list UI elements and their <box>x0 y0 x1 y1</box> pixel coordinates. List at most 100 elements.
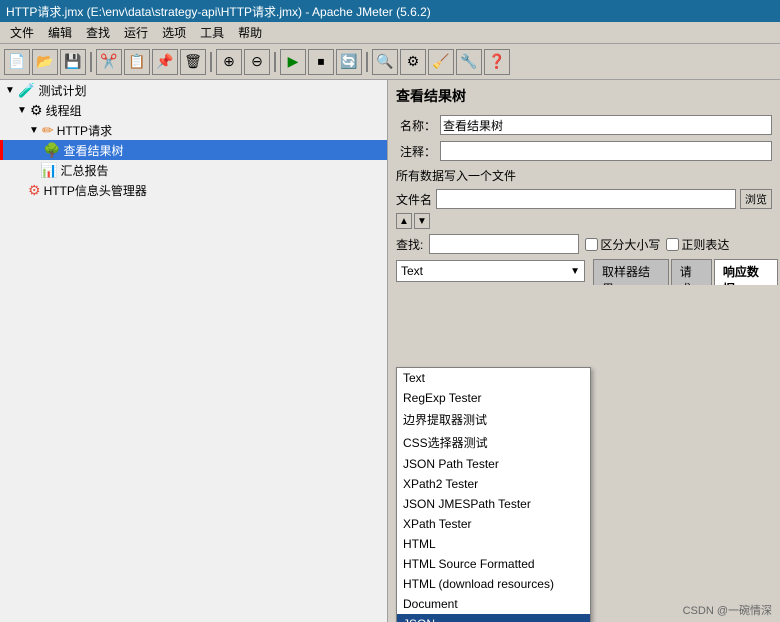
tree-item-http-request[interactable]: ▼ ✏ HTTP请求 <box>0 120 387 140</box>
menu-bar: 文件 编辑 查找 运行 选项 工具 帮助 <box>0 22 780 44</box>
icon-result-tree: 🌳 <box>43 142 60 159</box>
search-row: 查找: 区分大小写 正则表达 <box>388 231 780 257</box>
search-input[interactable] <box>429 234 579 254</box>
toolbar-settings[interactable]: ⚙ <box>400 49 426 75</box>
toolbar-new[interactable]: 📄 <box>4 49 30 75</box>
dropdown-trigger[interactable]: Text ▼ <box>396 260 585 282</box>
regex-checkbox[interactable] <box>666 238 679 251</box>
main-tabs-header: 取样器结果 请求 响应数据 <box>593 257 780 285</box>
option-html-source[interactable]: HTML Source Formatted <box>397 554 590 574</box>
toolbar-sep4 <box>366 52 368 72</box>
toolbar-sep3 <box>274 52 276 72</box>
tab-sampler-result[interactable]: 取样器结果 <box>593 259 669 285</box>
icon-summary: 📊 <box>40 162 57 179</box>
toolbar-run[interactable]: ▶ <box>280 49 306 75</box>
arrow-down-btn[interactable]: ▼ <box>414 213 430 229</box>
expand-icon-http: ▼ <box>28 124 40 136</box>
menu-file[interactable]: 文件 <box>4 22 40 43</box>
tree-item-thread-group[interactable]: ▼ ⚙ 线程组 <box>0 100 387 120</box>
toolbar-copy[interactable]: 📋 <box>124 49 150 75</box>
label-http-request: HTTP请求 <box>57 122 112 139</box>
name-row: 名称： <box>388 112 780 138</box>
tree-item-test-plan[interactable]: ▼ 🧪 测试计划 <box>0 80 387 100</box>
option-html-download[interactable]: HTML (download resources) <box>397 574 590 594</box>
title-bar: HTTP请求.jmx (E:\env\data\strategy-api\HTT… <box>0 0 780 22</box>
toolbar-save[interactable]: 💾 <box>60 49 86 75</box>
toolbar-open[interactable]: 📂 <box>32 49 58 75</box>
toolbar-delete[interactable]: 🗑 <box>180 49 206 75</box>
right-panel: 查看结果树 名称： 注释： 所有数据写入一个文件 文件名 浏览 ▲ ▼ <box>388 80 780 622</box>
case-sensitive-checkbox[interactable] <box>585 238 598 251</box>
search-label: 查找: <box>396 236 423 253</box>
option-text[interactable]: Text <box>397 368 590 388</box>
tree-item-result-tree[interactable]: 🌳 查看结果树 <box>0 140 387 160</box>
expand-icon-test-plan: ▼ <box>4 84 16 96</box>
file-input[interactable] <box>436 189 736 209</box>
main-layout: ▼ 🧪 测试计划 ▼ ⚙ 线程组 ▼ ✏ HTTP请求 🌳 查看结果树 📊 汇总… <box>0 80 780 622</box>
comment-label: 注释： <box>396 143 436 160</box>
toolbar-stop[interactable]: ⏹ <box>308 49 334 75</box>
label-thread-group: 线程组 <box>46 102 82 119</box>
icon-http-request: ✏ <box>42 122 54 139</box>
option-xpath2[interactable]: XPath2 Tester <box>397 474 590 494</box>
menu-run[interactable]: 运行 <box>118 22 154 43</box>
toolbar-refresh[interactable]: 🔄 <box>336 49 362 75</box>
toolbar-sep1 <box>90 52 92 72</box>
comment-row: 注释： <box>388 138 780 164</box>
toolbar-collapse[interactable]: ⊖ <box>244 49 270 75</box>
option-boundary[interactable]: 边界提取器测试 <box>397 408 590 431</box>
label-summary: 汇总报告 <box>60 162 108 179</box>
label-result-tree: 查看结果树 <box>63 142 123 159</box>
option-jmespath[interactable]: JSON JMESPath Tester <box>397 494 590 514</box>
bottom-area: Text ▼ Text RegExp Tester 边界提取器测试 CSS选择器… <box>388 257 780 285</box>
panel-title: 查看结果树 <box>388 80 780 112</box>
file-label: 文件名 <box>396 191 432 208</box>
section-text: 所有数据写入一个文件 <box>388 164 780 187</box>
icon-header-manager: ⚙ <box>28 182 41 199</box>
case-sensitive-label: 区分大小写 <box>585 236 660 253</box>
menu-tools[interactable]: 工具 <box>194 22 230 43</box>
name-input[interactable] <box>440 115 772 135</box>
menu-options[interactable]: 选项 <box>156 22 192 43</box>
option-document[interactable]: Document <box>397 594 590 614</box>
left-panel: ▼ 🧪 测试计划 ▼ ⚙ 线程组 ▼ ✏ HTTP请求 🌳 查看结果树 📊 汇总… <box>0 80 388 622</box>
option-json[interactable]: JSON <box>397 614 590 622</box>
tabs-container: 取样器结果 请求 响应数据 Response Body Response hea… <box>593 257 780 285</box>
toolbar-cut[interactable]: ✂️ <box>96 49 122 75</box>
label-header-manager: HTTP信息头管理器 <box>44 182 147 199</box>
name-label: 名称： <box>396 117 436 134</box>
toolbar-help[interactable]: ❓ <box>484 49 510 75</box>
tab-request[interactable]: 请求 <box>671 259 712 285</box>
option-css[interactable]: CSS选择器测试 <box>397 431 590 454</box>
dropdown-popup: Text RegExp Tester 边界提取器测试 CSS选择器测试 JSON… <box>396 367 591 622</box>
option-jsonpath[interactable]: JSON Path Tester <box>397 454 590 474</box>
toolbar-paste[interactable]: 📌 <box>152 49 178 75</box>
dropdown-row: Text ▼ <box>396 260 585 282</box>
file-row: 文件名 浏览 <box>388 187 780 211</box>
file-browse-btn[interactable]: 浏览 <box>740 189 772 209</box>
option-regexp[interactable]: RegExp Tester <box>397 388 590 408</box>
toolbar: 📄 📂 💾 ✂️ 📋 📌 🗑 ⊕ ⊖ ▶ ⏹ 🔄 🔍 ⚙ 🧹 🔧 ❓ <box>0 44 780 80</box>
toolbar-expand[interactable]: ⊕ <box>216 49 242 75</box>
tree-item-header-manager[interactable]: ⚙ HTTP信息头管理器 <box>0 180 387 200</box>
icon-test-plan: 🧪 <box>18 82 35 99</box>
label-test-plan: 测试计划 <box>38 82 86 99</box>
arrow-row: ▲ ▼ <box>388 211 780 231</box>
regex-label: 正则表达 <box>666 236 729 253</box>
option-html[interactable]: HTML <box>397 534 590 554</box>
red-indicator <box>0 140 3 160</box>
comment-input[interactable] <box>440 141 772 161</box>
menu-edit[interactable]: 编辑 <box>42 22 78 43</box>
menu-find[interactable]: 查找 <box>80 22 116 43</box>
option-xpath[interactable]: XPath Tester <box>397 514 590 534</box>
tab-response-data[interactable]: 响应数据 <box>714 259 778 285</box>
toolbar-search[interactable]: 🔍 <box>372 49 398 75</box>
toolbar-broom[interactable]: 🧹 <box>428 49 454 75</box>
menu-help[interactable]: 帮助 <box>232 22 268 43</box>
toolbar-sep2 <box>210 52 212 72</box>
tree-item-summary[interactable]: 📊 汇总报告 <box>0 160 387 180</box>
dropdown-arrow-icon: ▼ <box>570 266 580 277</box>
title-text: HTTP请求.jmx (E:\env\data\strategy-api\HTT… <box>6 3 431 20</box>
arrow-up-btn[interactable]: ▲ <box>396 213 412 229</box>
toolbar-filter[interactable]: 🔧 <box>456 49 482 75</box>
